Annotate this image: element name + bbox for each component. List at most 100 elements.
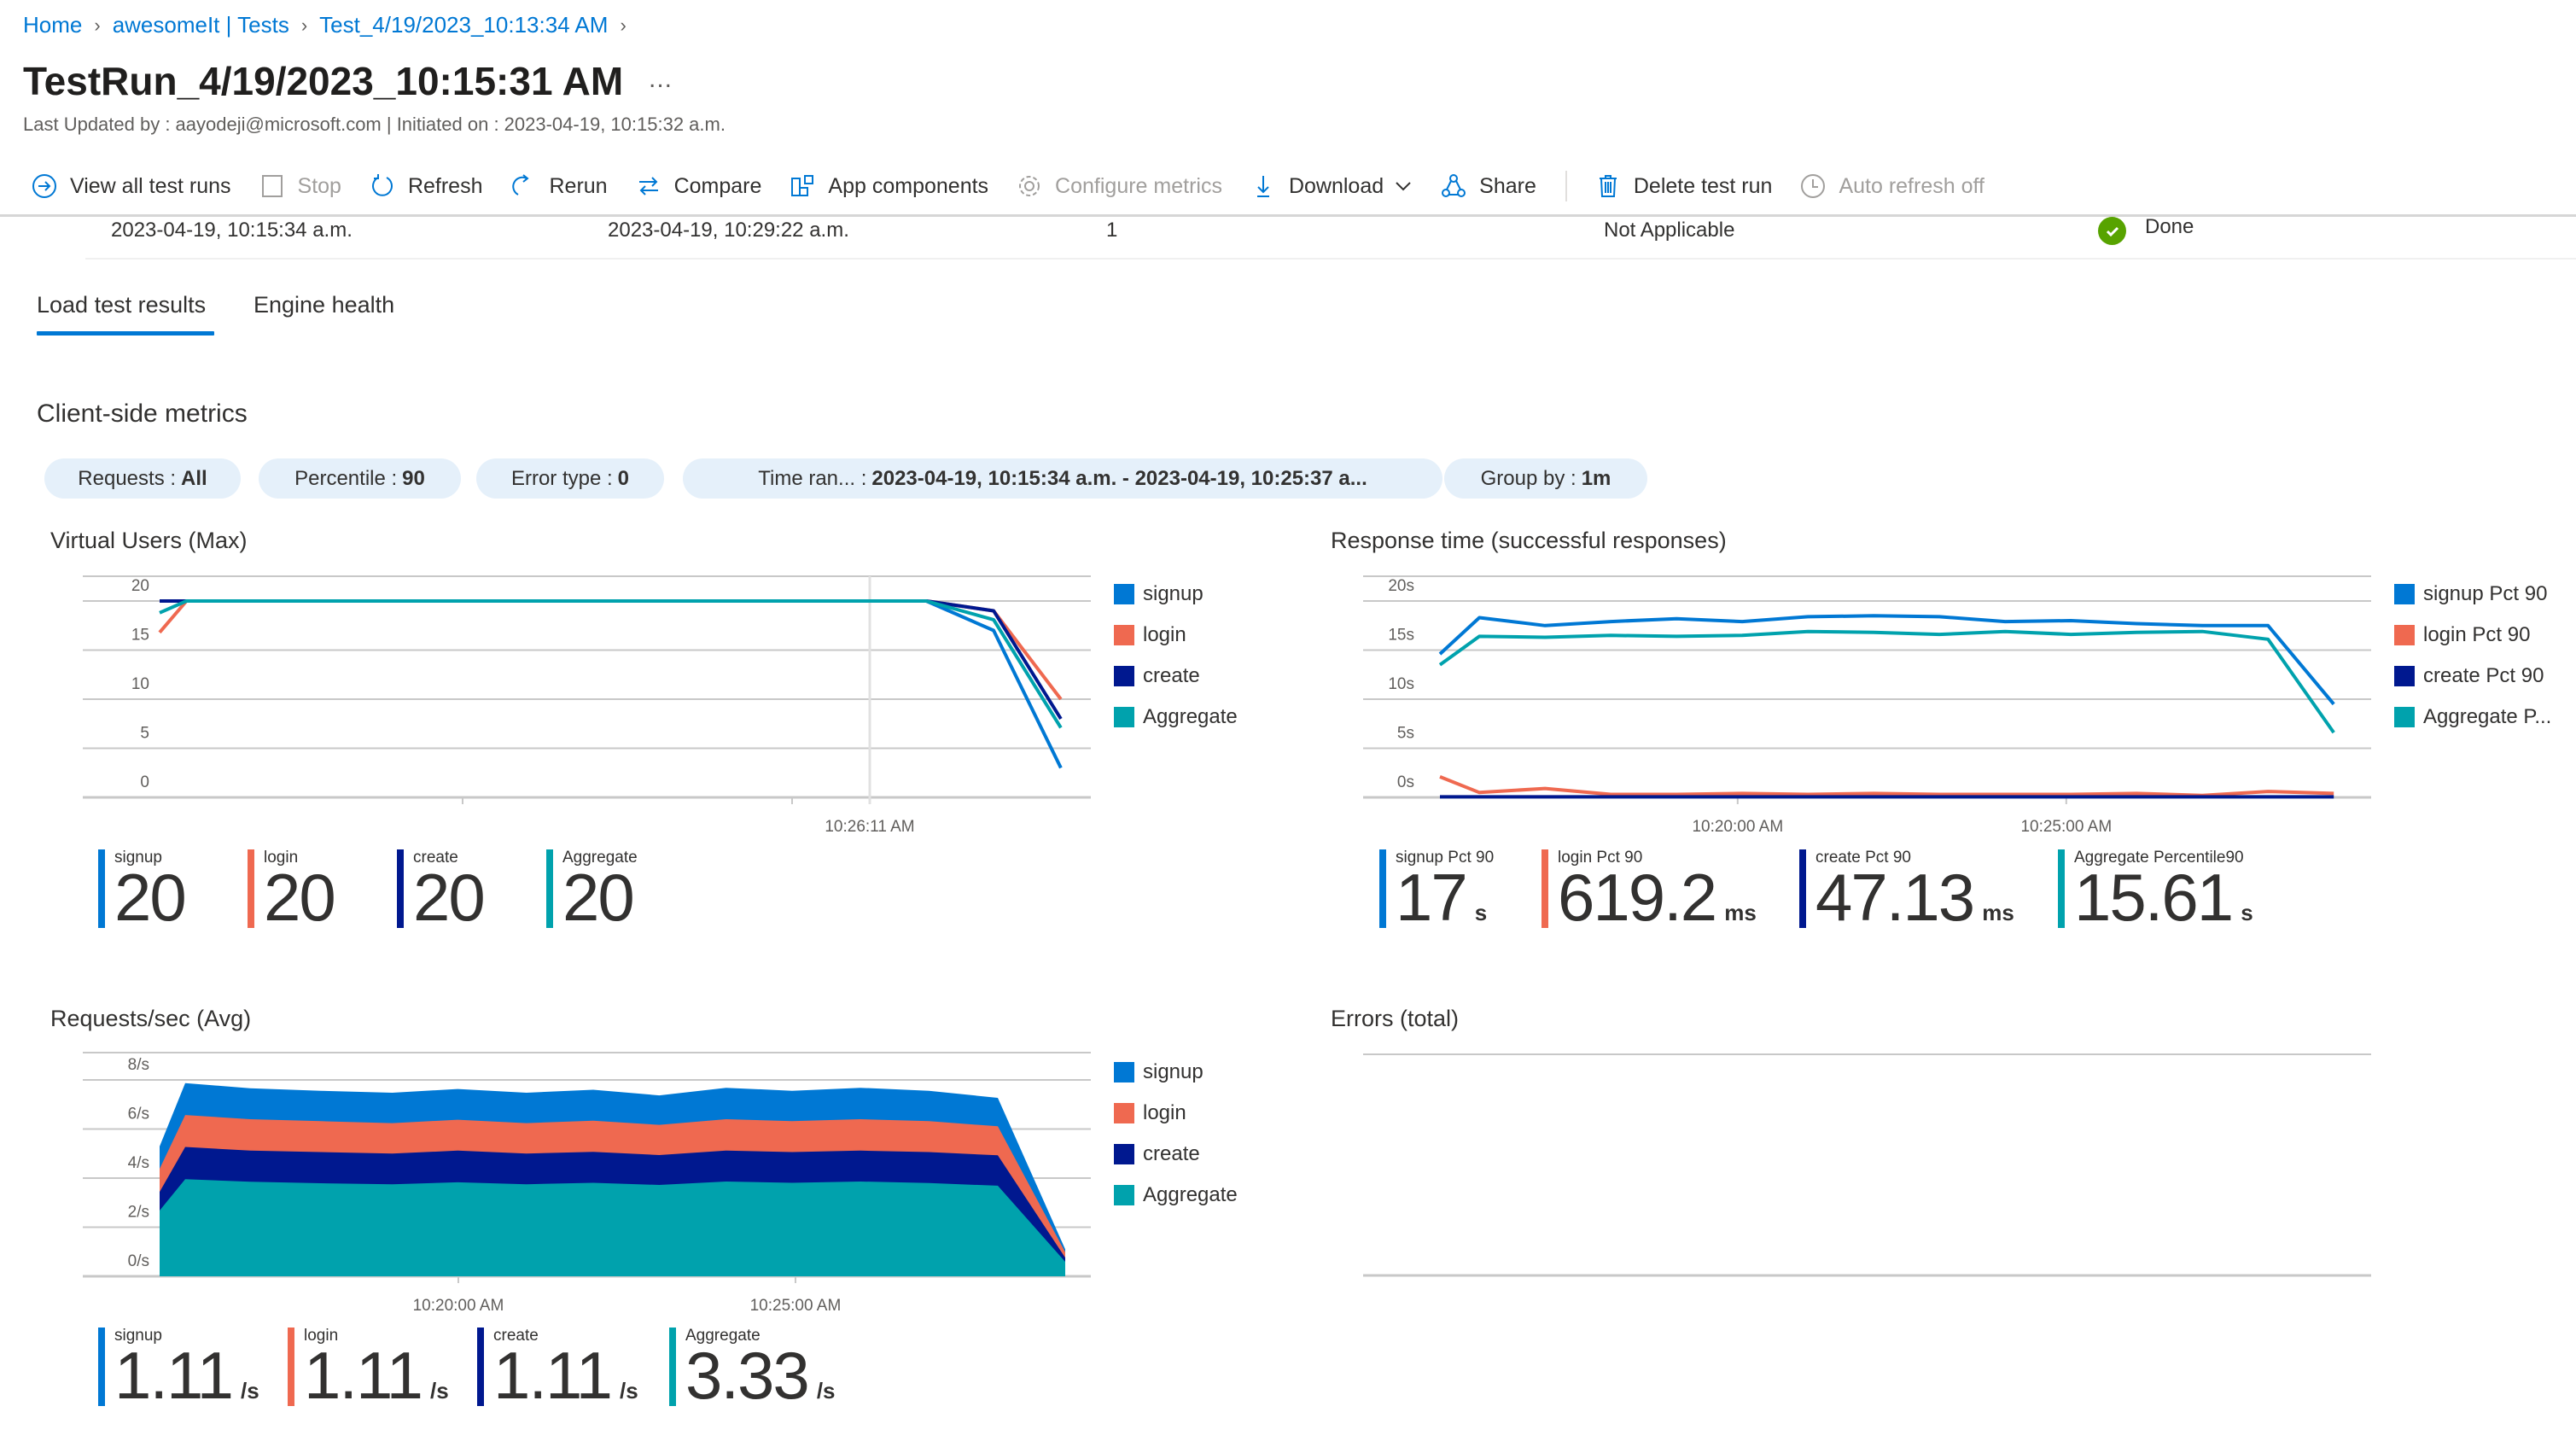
legend-item-login[interactable]: login — [1114, 1101, 1238, 1125]
stat-body: create 1.11/s — [493, 1328, 638, 1413]
y-tick-label: 15s — [1388, 627, 1414, 645]
y-tick-label: 0s — [1397, 773, 1414, 791]
stat-create-pct-90: create Pct 90 47.13 ms — [1799, 849, 2058, 935]
stat-value: 17 — [1396, 860, 1468, 935]
y-tick-label: 10 — [131, 675, 149, 693]
series-line-create — [160, 599, 1063, 721]
stats-virtual-users: signup 20 login 20 create 20 Aggregate 20 — [98, 849, 717, 935]
stat-unit: ms — [1982, 900, 2014, 925]
stat-value-row: 17 s — [1396, 860, 1494, 935]
legend-item-signup[interactable]: signup — [1114, 1060, 1238, 1084]
legend-item-login-pct-90[interactable]: login Pct 90 — [2394, 623, 2551, 647]
stat-value-row: 20 — [413, 864, 486, 931]
stats-requests-per-sec: signup 1.11/s login 1.11/s create 1.11/s Aggre… — [98, 1328, 874, 1413]
stat-value: 1.11 — [493, 1338, 613, 1413]
crosshair-label: 10:26:11 AM — [825, 818, 914, 836]
stat-signup: signup 1.11/s — [98, 1328, 288, 1409]
stat-color-bar — [248, 849, 254, 928]
legend-requests-per-sec: signup login create Aggregate — [1114, 1060, 1238, 1207]
stat-login: login 20 — [248, 849, 397, 935]
stat-value: 20 — [264, 860, 336, 935]
stat-value-row: 1.11/s — [493, 1338, 638, 1413]
stat-body: signup 1.11/s — [114, 1328, 259, 1409]
legend-swatch — [2394, 584, 2415, 604]
legend-item-login[interactable]: login — [1114, 623, 1238, 647]
stat-aggregate: Aggregate 20 — [546, 849, 717, 931]
stat-body: create Pct 90 47.13 ms — [1815, 849, 2014, 935]
legend-label: signup — [1143, 1060, 1203, 1083]
stat-body: signup Pct 90 17 s — [1396, 849, 1494, 935]
stat-color-bar — [288, 1328, 294, 1406]
legend-label: create — [1143, 664, 1200, 687]
x-tick-label: 10:20:00 AM — [413, 1297, 504, 1315]
legend-item-aggregate-p[interactable]: Aggregate P... — [2394, 705, 2551, 729]
stat-value: 20 — [114, 860, 187, 935]
stat-value-row: 20 — [562, 864, 638, 931]
y-tick-label: 5s — [1397, 725, 1414, 743]
stat-value-row: 1.11/s — [304, 1338, 449, 1413]
stat-value: 47.13 — [1815, 860, 1975, 935]
legend-label: create — [1143, 1142, 1200, 1165]
stat-unit: /s — [816, 1378, 836, 1403]
legend-label: create Pct 90 — [2423, 664, 2544, 687]
stat-unit: /s — [241, 1378, 259, 1403]
y-tick-label: 0 — [140, 773, 149, 791]
legend-item-aggregate[interactable]: Aggregate — [1114, 1183, 1238, 1207]
legend-swatch — [1114, 666, 1134, 686]
stat-color-bar — [669, 1328, 676, 1406]
stat-color-bar — [1542, 849, 1548, 928]
x-tick-label: 10:25:00 AM — [750, 1297, 842, 1315]
legend-item-create[interactable]: create — [1114, 664, 1238, 688]
stat-unit: s — [1474, 900, 1488, 925]
legend-label: Aggregate — [1143, 1183, 1238, 1206]
stat-body: login 20 — [264, 849, 336, 935]
y-tick-label: 8/s — [128, 1056, 149, 1074]
y-tick-label: 10s — [1388, 675, 1414, 693]
stat-color-bar — [2058, 849, 2065, 928]
legend-label: login — [1143, 1101, 1186, 1124]
stat-color-bar — [1799, 849, 1806, 928]
series-line-aggregate — [159, 599, 1063, 729]
legend-item-signup[interactable]: signup — [1114, 582, 1238, 606]
y-tick-label: 6/s — [128, 1106, 149, 1123]
stat-value-row: 20 — [264, 860, 336, 935]
legend-label: signup Pct 90 — [2423, 582, 2548, 605]
legend-item-create[interactable]: create — [1114, 1142, 1238, 1166]
stat-color-bar — [546, 849, 553, 928]
stat-value: 619.2 — [1558, 860, 1717, 935]
legend-swatch — [1114, 1144, 1134, 1164]
legend-swatch — [2394, 666, 2415, 686]
stat-aggregate-percentile90: Aggregate Percentile90 15.61 s — [2058, 849, 2314, 935]
series-line-signup-pct-90 — [1438, 614, 2335, 706]
stat-body: signup 20 — [114, 849, 187, 935]
stat-body: Aggregate 3.33/s — [685, 1328, 836, 1409]
stat-value: 15.61 — [2074, 860, 2234, 935]
stat-value: 1.11 — [304, 1338, 423, 1413]
y-tick-label: 20s — [1388, 577, 1414, 595]
legend-swatch — [1114, 1062, 1134, 1082]
x-tick-label: 10:20:00 AM — [1692, 818, 1783, 836]
series-line-aggregate-p — [1438, 629, 2335, 734]
y-tick-label: 5 — [140, 725, 149, 743]
legend-virtual-users: signup login create Aggregate — [1114, 582, 1238, 729]
x-tick-label: 10:25:00 AM — [2020, 818, 2112, 836]
legend-swatch — [1114, 1103, 1134, 1123]
stat-body: create 20 — [413, 849, 486, 931]
y-tick-label: 2/s — [128, 1204, 149, 1222]
legend-item-signup-pct-90[interactable]: signup Pct 90 — [2394, 582, 2551, 606]
stat-body: login Pct 90 619.2 ms — [1558, 849, 1757, 935]
legend-item-create-pct-90[interactable]: create Pct 90 — [2394, 664, 2551, 688]
stat-color-bar — [1379, 849, 1386, 928]
stat-unit: ms — [1724, 900, 1757, 925]
stat-value-row: 619.2 ms — [1558, 860, 1757, 935]
legend-swatch — [1114, 625, 1134, 645]
legend-label: Aggregate — [1143, 705, 1238, 728]
stat-color-bar — [477, 1328, 484, 1406]
legend-label: Aggregate P... — [2423, 705, 2552, 728]
stat-login-pct-90: login Pct 90 619.2 ms — [1542, 849, 1799, 935]
stat-color-bar — [98, 849, 105, 928]
series-line-login-pct-90 — [1439, 775, 2334, 797]
stat-value-row: 47.13 ms — [1815, 860, 2014, 935]
stat-color-bar — [397, 849, 404, 928]
legend-item-aggregate[interactable]: Aggregate — [1114, 705, 1238, 729]
